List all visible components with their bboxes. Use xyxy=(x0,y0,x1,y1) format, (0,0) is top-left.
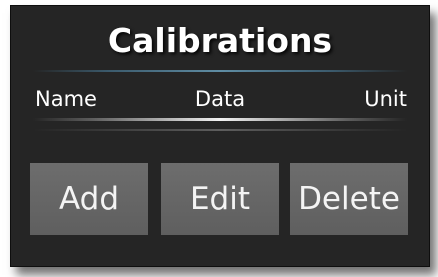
edit-button[interactable]: Edit xyxy=(161,163,279,235)
calibrations-dialog: Calibrations Name Data Unit Add Edit Del… xyxy=(10,5,430,267)
header-divider xyxy=(33,118,407,121)
add-button[interactable]: Add xyxy=(30,163,148,235)
list-divider xyxy=(33,129,407,131)
delete-button[interactable]: Delete xyxy=(290,163,408,235)
column-header-unit: Unit xyxy=(364,87,407,111)
dialog-title: Calibrations xyxy=(107,21,333,60)
column-header-row: Name Data Unit xyxy=(11,83,429,115)
title-divider xyxy=(33,70,407,72)
